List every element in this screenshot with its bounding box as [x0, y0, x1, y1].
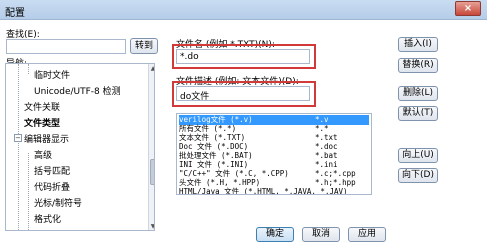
scroll-up-icon[interactable]: ▲ — [150, 65, 154, 72]
filetype-name: "C/C++" 文件 (*.C, *.CPP) — [179, 169, 289, 178]
tree-line — [28, 64, 29, 74]
delete-button[interactable]: 删除(L) — [398, 86, 438, 101]
filetype-name: 头文件 (*.H, *.HPP) — [179, 178, 261, 187]
nav-item-temp-files[interactable]: 临时文件 — [34, 68, 70, 81]
nav-scrollbar[interactable]: ▲ ▼ — [148, 64, 154, 230]
move-down-button[interactable]: 向下(D) — [398, 168, 438, 183]
filetype-name: HTML/Java 文件 (*.HTML, *.JAVA, *.JAV) — [179, 187, 348, 195]
close-button[interactable]: × — [455, 1, 481, 16]
tree-line — [28, 153, 29, 230]
filetype-list[interactable]: verilog文件 (*.v) *.v 所有文件 (*.*) *.* 文本文件 (*… — [176, 113, 372, 195]
goto-button[interactable]: 转到 — [130, 38, 158, 54]
list-item[interactable]: HTML/Java 文件 (*.HTML, *.JAVA, *.JAV) — [179, 187, 369, 195]
scroll-down-icon[interactable]: ▼ — [150, 223, 154, 230]
description-highlight-box — [172, 81, 316, 107]
filetype-name: 批处理文件 (*.BAT) — [179, 151, 253, 160]
ok-button[interactable]: 确定 — [256, 227, 294, 242]
replace-button[interactable]: 替换(R) — [398, 58, 438, 73]
nav-item-editor-display[interactable]: 编辑器显示 — [24, 132, 69, 145]
nav-item-formatting[interactable]: 格式化 — [34, 212, 61, 225]
nav-tree[interactable]: 临时文件 Unicode/UTF-8 检测 文件关联 文件类型 − 编辑器显示 … — [5, 63, 155, 231]
nav-item-file-association[interactable]: 文件关联 — [24, 100, 60, 113]
filetype-name: INI 文件 (*.INI) — [179, 160, 249, 169]
filetype-name: verilog文件 (*.v) — [179, 115, 253, 124]
nav-item-bracket-match[interactable]: 括号匹配 — [34, 164, 70, 177]
apply-button[interactable]: 应用 — [348, 227, 386, 242]
tree-line — [18, 64, 19, 230]
filetype-name: 所有文件 (*.*) — [179, 124, 237, 133]
title-bar[interactable]: 配置 × — [0, 0, 487, 20]
insert-button[interactable]: 插入(I) — [398, 37, 438, 52]
filetype-name: 文本文件 (*.TXT) — [179, 133, 246, 142]
cancel-button[interactable]: 取消 — [302, 227, 340, 242]
config-dialog: 配置 × 查找(E): 转到 导航: 临时文件 Unicode/UTF-8 检测… — [0, 0, 487, 244]
nav-item-code-folding[interactable]: 代码折叠 — [34, 180, 70, 193]
scroll-thumb[interactable] — [150, 159, 154, 185]
filetype-name: Doc 文件 (*.DOC) — [179, 142, 249, 151]
nav-item-cursor[interactable]: 光标/制符号 — [34, 196, 82, 209]
collapse-icon[interactable]: − — [14, 134, 22, 142]
find-input[interactable] — [6, 39, 126, 54]
window-title: 配置 — [5, 8, 25, 19]
nav-item-unicode-detect[interactable]: Unicode/UTF-8 检测 — [34, 84, 121, 97]
nav-item-advanced[interactable]: 高级 — [34, 148, 52, 161]
default-button[interactable]: 默认(T) — [398, 106, 438, 121]
filename-highlight-box — [172, 44, 316, 69]
nav-item-file-types[interactable]: 文件类型 — [24, 116, 60, 129]
move-up-button[interactable]: 向上(U) — [398, 148, 438, 163]
